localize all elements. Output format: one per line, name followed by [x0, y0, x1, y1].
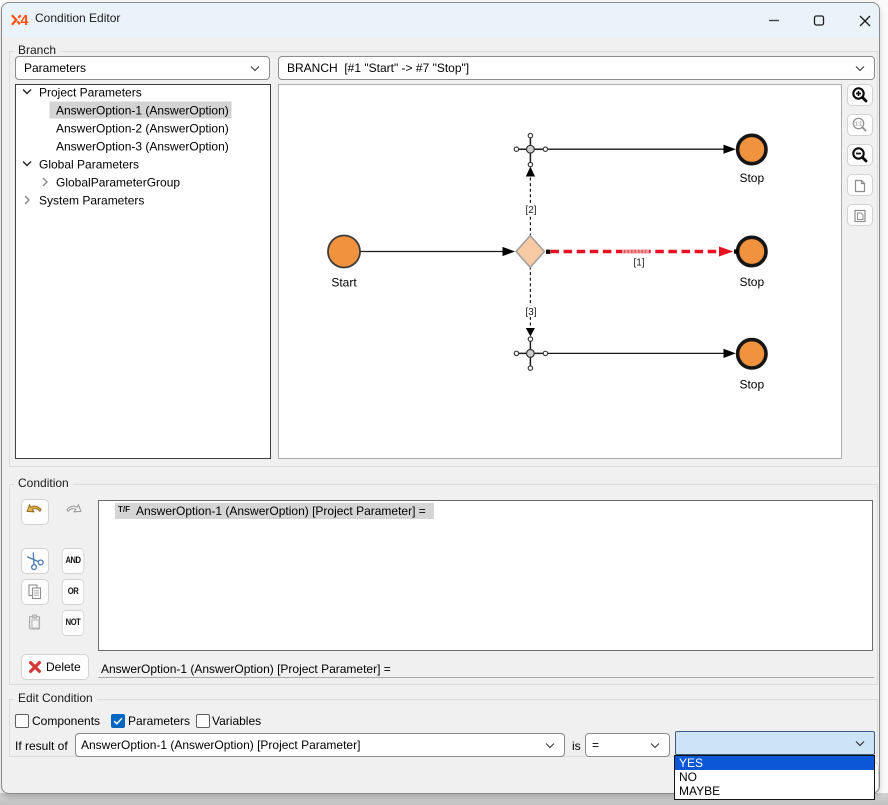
svg-text:[3]: [3] — [525, 307, 536, 318]
svg-text:Global Parameters: Global Parameters — [39, 158, 139, 172]
svg-text:Stop: Stop — [739, 275, 764, 289]
svg-text:Start: Start — [331, 276, 357, 290]
svg-text:1:1: 1:1 — [855, 122, 863, 128]
svg-text:GlobalParameterGroup: GlobalParameterGroup — [56, 176, 180, 190]
svg-text:System Parameters: System Parameters — [39, 194, 144, 208]
svg-text:[1]: [1] — [633, 258, 644, 269]
svg-text:Stop: Stop — [739, 378, 764, 392]
svg-text:AnswerOption-3 (AnswerOption): AnswerOption-3 (AnswerOption) — [56, 140, 229, 154]
svg-text:Stop: Stop — [739, 171, 764, 185]
svg-text:[2]: [2] — [525, 205, 536, 216]
svg-text:AnswerOption-2 (AnswerOption): AnswerOption-2 (AnswerOption) — [56, 122, 229, 136]
svg-text:4: 4 — [20, 13, 28, 27]
svg-text:AnswerOption-1 (AnswerOption): AnswerOption-1 (AnswerOption) — [56, 104, 229, 118]
svg-text:Project Parameters: Project Parameters — [39, 86, 142, 100]
